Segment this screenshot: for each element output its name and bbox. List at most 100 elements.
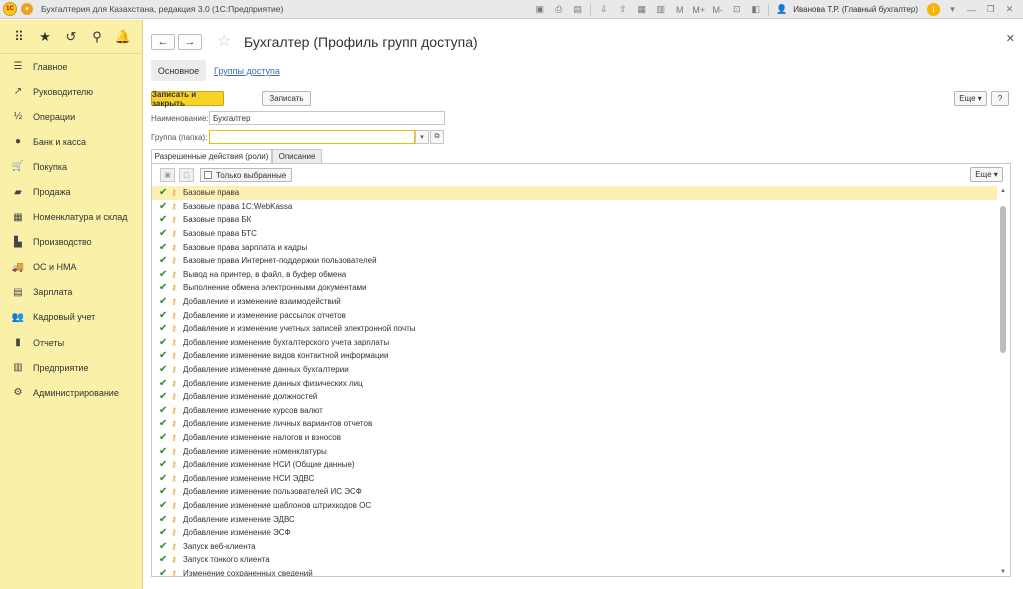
bell-icon[interactable]: 🔔 — [110, 29, 136, 45]
role-row[interactable]: ✔ ⚷ Добавление изменение НСИ (Общие данные… — [152, 458, 997, 472]
checkmark-icon[interactable]: ✔ — [159, 514, 171, 525]
current-user[interactable]: Иванова Т.Р. (Главный бухгалтер) — [793, 5, 918, 14]
forward-button[interactable]: → — [178, 34, 202, 50]
more-button[interactable]: Еще ▾ — [954, 91, 987, 106]
info-icon[interactable]: i — [927, 3, 940, 16]
checkmark-icon[interactable]: ✔ — [159, 527, 171, 538]
tab-access-groups[interactable]: Группы доступа — [214, 66, 280, 76]
save-and-close-button[interactable]: Записать и закрыть — [151, 90, 224, 108]
role-row[interactable]: ✔ ⚷ Базовые права Интернет-поддержки польз… — [152, 254, 997, 268]
sidebar-item[interactable]: ▰ Продажа — [0, 179, 142, 204]
checkmark-icon[interactable]: ✔ — [159, 391, 171, 402]
checkmark-icon[interactable]: ✔ — [159, 554, 171, 565]
sidebar-item[interactable]: ⚙ Администрирование — [0, 380, 142, 405]
role-row[interactable]: ✔ ⚷ Добавление изменение пользователей ИС … — [152, 485, 997, 499]
tab-description[interactable]: Описание — [272, 149, 322, 164]
main-menu-button[interactable]: ▾ — [21, 3, 33, 15]
dropdown-button[interactable]: ▾ — [415, 130, 429, 144]
tab-main[interactable]: Основное — [151, 60, 206, 81]
search-icon[interactable]: ⚲ — [84, 29, 110, 45]
checkmark-icon[interactable]: ✔ — [159, 269, 171, 280]
role-row[interactable]: ✔ ⚷ Выполнение обмена электронными докумен… — [152, 281, 997, 295]
role-row[interactable]: ✔ ⚷ Добавление и изменение рассылок отчето… — [152, 308, 997, 322]
sidebar-item[interactable]: ½ Операции — [0, 104, 142, 129]
favorites-star-icon[interactable]: ★ — [32, 29, 58, 45]
sidebar-item[interactable]: ▙ Производство — [0, 230, 142, 255]
sidebar-item[interactable]: 🚚 ОС и НМА — [0, 255, 142, 280]
scroll-down-icon[interactable]: ▼ — [998, 567, 1008, 576]
panel-icon[interactable]: ◧ — [749, 3, 762, 16]
sidebar-item[interactable]: ☰ Главное — [0, 54, 142, 79]
print-icon[interactable]: ⎙ — [552, 3, 565, 16]
sidebar-item[interactable]: ● Банк и касса — [0, 129, 142, 154]
role-row[interactable]: ✔ ⚷ Базовые права БК — [152, 213, 997, 227]
save-button[interactable]: Записать — [262, 91, 311, 106]
checkmark-icon[interactable]: ✔ — [159, 418, 171, 429]
memory-minus-button[interactable]: M- — [711, 3, 724, 16]
role-row[interactable]: ✔ ⚷ Добавление изменение ЭДВС — [152, 512, 997, 526]
role-row[interactable]: ✔ ⚷ Запуск веб-клиента — [152, 539, 997, 553]
sidebar-item[interactable]: ▥ Предприятие — [0, 355, 142, 380]
role-row[interactable]: ✔ ⚷ Добавление изменение НСИ ЭДВС — [152, 471, 997, 485]
checkmark-icon[interactable]: ✔ — [159, 201, 171, 212]
checkmark-icon[interactable]: ✔ — [159, 337, 171, 348]
role-row[interactable]: ✔ ⚷ Добавление изменение должностей — [152, 390, 997, 404]
checkmark-icon[interactable]: ✔ — [159, 405, 171, 416]
list-more-button[interactable]: Еще ▾ — [970, 167, 1003, 182]
role-row[interactable]: ✔ ⚷ Добавление изменение ЭСФ — [152, 526, 997, 540]
checkmark-icon[interactable]: ✔ — [159, 214, 171, 225]
scroll-thumb[interactable] — [1000, 206, 1006, 353]
name-field[interactable]: Бухгалтер — [209, 111, 445, 125]
checkmark-icon[interactable]: ✔ — [159, 323, 171, 334]
checkmark-icon[interactable]: ✔ — [159, 228, 171, 239]
chevron-down-icon[interactable]: ▾ — [946, 3, 959, 16]
save-icon[interactable]: ▣ — [533, 3, 546, 16]
checkmark-icon[interactable]: ✔ — [159, 255, 171, 266]
preview-icon[interactable]: ▤ — [571, 3, 584, 16]
back-button[interactable]: ← — [151, 34, 175, 50]
checkmark-icon[interactable]: ✔ — [159, 350, 171, 361]
upload-icon[interactable]: ⇧ — [616, 3, 629, 16]
role-row[interactable]: ✔ ⚷ Добавление и изменение учетных записей… — [152, 322, 997, 336]
role-row[interactable]: ✔ ⚷ Базовые права — [152, 186, 997, 200]
sidebar-item[interactable]: 🛒 Покупка — [0, 154, 142, 179]
memory-plus-button[interactable]: M+ — [692, 3, 705, 16]
uncheck-all-icon[interactable]: ▢ — [179, 168, 194, 182]
sidebar-item[interactable]: ↗ Руководителю — [0, 79, 142, 104]
role-row[interactable]: ✔ ⚷ Добавление изменение номенклатуры — [152, 444, 997, 458]
role-row[interactable]: ✔ ⚷ Добавление изменение бухгалтерского уч… — [152, 336, 997, 350]
history-icon[interactable]: ↺ — [58, 29, 84, 45]
close-form-icon[interactable]: ✕ — [1006, 32, 1015, 45]
role-row[interactable]: ✔ ⚷ Базовые права БТС — [152, 227, 997, 241]
check-all-icon[interactable]: ▣ — [160, 168, 175, 182]
close-window-icon[interactable]: ✕ — [1003, 3, 1016, 16]
role-row[interactable]: ✔ ⚷ Изменение сохраненных сведений — [152, 567, 997, 576]
checkmark-icon[interactable]: ✔ — [159, 378, 171, 389]
calendar-icon[interactable]: ▥ — [654, 3, 667, 16]
table-icon[interactable]: ▦ — [635, 3, 648, 16]
favorite-star-icon[interactable]: ☆ — [217, 31, 231, 51]
role-row[interactable]: ✔ ⚷ Добавление изменение личных вариантов … — [152, 417, 997, 431]
role-row[interactable]: ✔ ⚷ Добавление изменение видов контактной … — [152, 349, 997, 363]
role-row[interactable]: ✔ ⚷ Базовые права зарплата и кадры — [152, 240, 997, 254]
role-row[interactable]: ✔ ⚷ Добавление изменение курсов валют — [152, 404, 997, 418]
scroll-up-icon[interactable]: ▲ — [998, 186, 1008, 195]
sidebar-item[interactable]: ▮ Отчеты — [0, 330, 142, 355]
checkmark-icon[interactable]: ✔ — [159, 568, 171, 576]
group-field[interactable] — [209, 130, 415, 144]
checkmark-icon[interactable]: ✔ — [159, 364, 171, 375]
checkmark-icon[interactable]: ✔ — [159, 187, 171, 198]
checkmark-icon[interactable]: ✔ — [159, 459, 171, 470]
open-icon[interactable]: ⧉ — [430, 130, 444, 144]
checkmark-icon[interactable]: ✔ — [159, 500, 171, 511]
minimize-icon[interactable]: — — [965, 3, 978, 16]
role-row[interactable]: ✔ ⚷ Добавление изменение налогов и взносов — [152, 431, 997, 445]
role-row[interactable]: ✔ ⚷ Запуск тонкого клиента — [152, 553, 997, 567]
tab-allowed-actions[interactable]: Разрешенные действия (роли) — [151, 149, 272, 164]
checkmark-icon[interactable]: ✔ — [159, 446, 171, 457]
checkmark-icon[interactable]: ✔ — [159, 486, 171, 497]
role-row[interactable]: ✔ ⚷ Добавление изменение шаблонов штрихкод… — [152, 499, 997, 513]
sidebar-item[interactable]: 👥 Кадровый учет — [0, 305, 142, 330]
role-row[interactable]: ✔ ⚷ Добавление и изменение взаимодействий — [152, 295, 997, 309]
sidebar-item[interactable]: ▤ Зарплата — [0, 280, 142, 305]
